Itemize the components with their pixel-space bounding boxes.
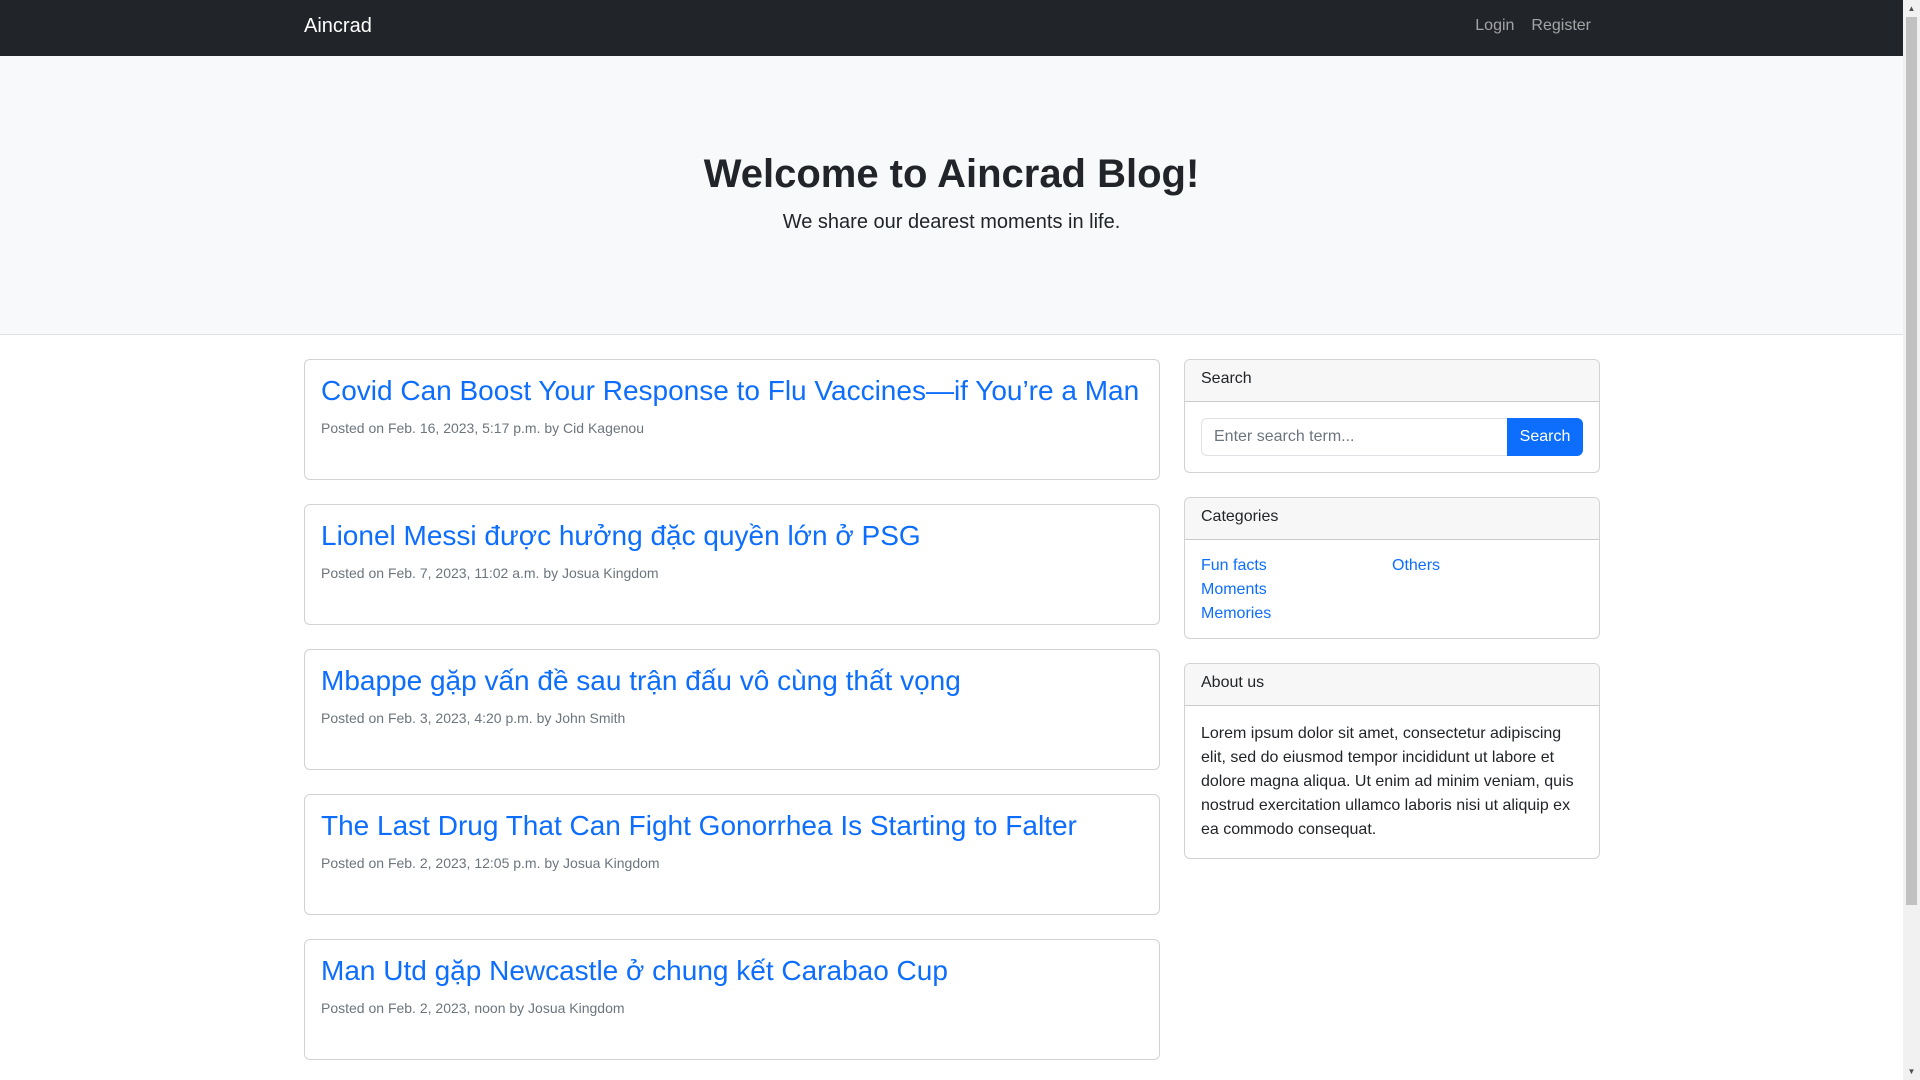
post-meta: Posted on Feb. 16, 2023, 5:17 p.m. by Ci… (321, 420, 644, 436)
post-meta: Posted on Feb. 2, 2023, 12:05 p.m. by Jo… (321, 855, 660, 871)
hero-header: Welcome to Aincrad Blog! We share our de… (0, 56, 1903, 335)
categories-column-1: Fun facts Moments Memories (1201, 556, 1392, 624)
post-card: Lionel Messi được hưởng đặc quyền lớn ở … (304, 504, 1160, 625)
post-meta: Posted on Feb. 3, 2023, 4:20 p.m. by Joh… (321, 710, 626, 726)
about-text: Lorem ipsum dolor sit amet, consectetur … (1201, 725, 1574, 838)
top-navbar: Aincrad Login Register (0, 0, 1903, 56)
scroll-up-arrow-icon[interactable]: ▲ (1903, 0, 1920, 17)
nav-links: Login Register (1475, 17, 1591, 35)
post-list: Covid Can Boost Your Response to Flu Vac… (304, 359, 1160, 1080)
login-link[interactable]: Login (1475, 17, 1514, 35)
category-link-moments[interactable]: Moments (1201, 580, 1392, 600)
post-title-link[interactable]: Man Utd gặp Newcastle ở chung kết Caraba… (321, 955, 948, 987)
category-link-fun-facts[interactable]: Fun facts (1201, 556, 1392, 576)
post-meta: Posted on Feb. 2, 2023, noon by Josua Ki… (321, 1000, 625, 1016)
post-card: Man Utd gặp Newcastle ở chung kết Caraba… (304, 939, 1160, 1060)
categories-body: Fun facts Moments Memories Others (1185, 540, 1599, 638)
categories-widget: Categories Fun facts Moments Memories Ot… (1184, 497, 1600, 639)
categories-column-2: Others (1392, 556, 1583, 624)
hero-subtitle: We share our dearest moments in life. (782, 211, 1121, 233)
category-link-memories[interactable]: Memories (1201, 604, 1392, 624)
post-card: The Last Drug That Can Fight Gonorrhea I… (304, 794, 1160, 915)
register-link[interactable]: Register (1531, 17, 1591, 35)
scroll-down-arrow-icon[interactable]: ▼ (1903, 1063, 1920, 1080)
scrollbar-thumb[interactable] (1906, 17, 1917, 905)
about-header: About us (1185, 664, 1599, 706)
search-widget-body: Search (1185, 402, 1599, 472)
post-title-link[interactable]: Lionel Messi được hưởng đặc quyền lớn ở … (321, 520, 921, 552)
brand-link[interactable]: Aincrad (304, 15, 372, 38)
search-row: Search (1201, 418, 1583, 456)
search-widget-header: Search (1185, 360, 1599, 402)
about-widget: About us Lorem ipsum dolor sit amet, con… (1184, 663, 1600, 859)
about-body: Lorem ipsum dolor sit amet, consectetur … (1185, 706, 1599, 858)
categories-header: Categories (1185, 498, 1599, 540)
search-button[interactable]: Search (1507, 418, 1583, 456)
post-meta: Posted on Feb. 7, 2023, 11:02 a.m. by Jo… (321, 565, 659, 581)
search-widget: Search Search (1184, 359, 1600, 473)
post-title-link[interactable]: The Last Drug That Can Fight Gonorrhea I… (321, 810, 1077, 842)
post-title-link[interactable]: Covid Can Boost Your Response to Flu Vac… (321, 375, 1139, 407)
page-scrollbar[interactable]: ▲ ▼ (1903, 0, 1920, 1080)
sidebar: Search Search Categories Fun facts Momen… (1184, 359, 1600, 883)
post-title-link[interactable]: Mbappe gặp vấn đề sau trận đấu vô cùng t… (321, 665, 961, 697)
post-card: Mbappe gặp vấn đề sau trận đấu vô cùng t… (304, 649, 1160, 770)
post-card: Covid Can Boost Your Response to Flu Vac… (304, 359, 1160, 480)
search-input[interactable] (1201, 418, 1507, 456)
category-link-others[interactable]: Others (1392, 556, 1583, 576)
hero-title: Welcome to Aincrad Blog! (703, 152, 1200, 196)
